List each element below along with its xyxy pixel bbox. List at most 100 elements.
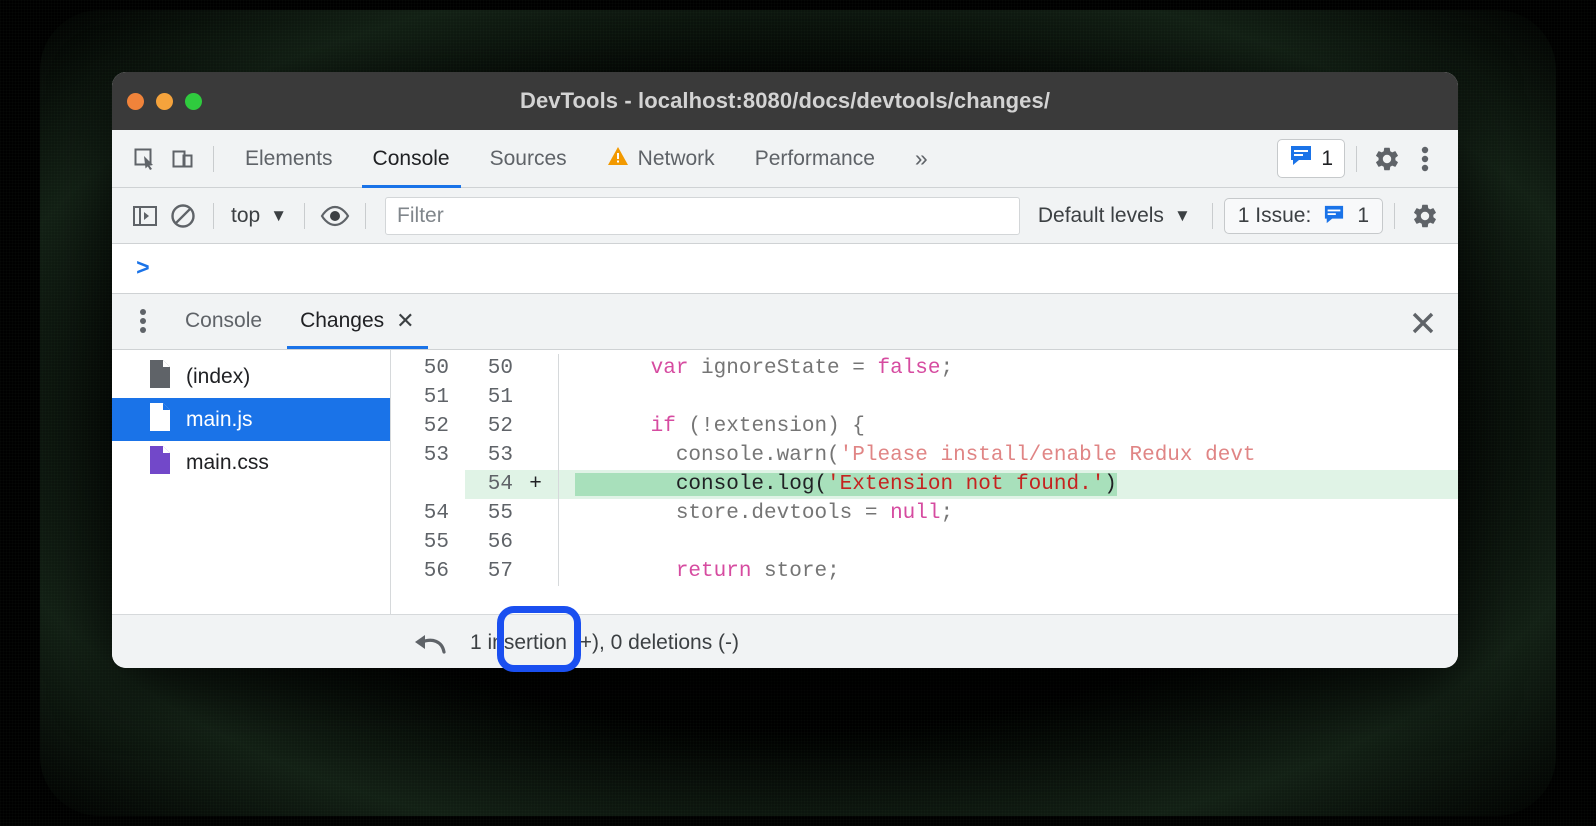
toolbar-divider-2 bbox=[1356, 146, 1357, 172]
console-settings-gear-icon[interactable] bbox=[1406, 197, 1444, 235]
diff-line: 5556 bbox=[391, 528, 1458, 557]
diff-code: console.warn('Please install/enable Redu… bbox=[559, 441, 1458, 470]
clear-console-icon[interactable] bbox=[164, 197, 202, 235]
issues-bar-button[interactable]: 1 Issue: 1 bbox=[1224, 198, 1383, 234]
diff-line: 51 51 bbox=[391, 383, 1458, 412]
filter-input[interactable]: Filter bbox=[385, 197, 1020, 235]
drawer-tab-console[interactable]: Console bbox=[166, 293, 281, 349]
code-token: console.warn( bbox=[575, 444, 840, 467]
diff-new-line-number: 51 bbox=[465, 383, 513, 412]
list-item-main-js-label: main.js bbox=[186, 408, 253, 432]
more-tabs-button[interactable]: » bbox=[895, 130, 948, 188]
diff-line: 5252 if (!extension) { bbox=[391, 412, 1458, 441]
tab-sources-label: Sources bbox=[490, 147, 567, 171]
live-expression-icon[interactable] bbox=[316, 197, 354, 235]
warning-triangle-icon bbox=[607, 146, 629, 172]
list-item-main-css-label: main.css bbox=[186, 451, 269, 475]
more-tabs-chevron-icon: » bbox=[915, 145, 928, 172]
device-toolbar-icon[interactable] bbox=[164, 140, 202, 178]
diff-code: if (!extension) { bbox=[559, 412, 1458, 441]
console-prompt-row[interactable]: > bbox=[112, 244, 1458, 294]
diff-marker bbox=[513, 441, 559, 470]
log-levels-value: Default levels bbox=[1038, 204, 1164, 228]
code-token: return bbox=[676, 560, 752, 583]
diff-marker bbox=[513, 557, 559, 586]
drawer-tab-console-label: Console bbox=[185, 309, 262, 333]
code-token: (!extension) { bbox=[676, 415, 865, 438]
chevron-down-icon-2: ▼ bbox=[1174, 206, 1191, 226]
diff-marker bbox=[513, 354, 559, 383]
diff-code: var ignoreState = false; bbox=[559, 354, 1458, 383]
tab-performance[interactable]: Performance bbox=[735, 130, 895, 188]
tab-console[interactable]: Console bbox=[353, 130, 470, 188]
code-token: ; bbox=[940, 357, 953, 380]
code-token: ; bbox=[940, 502, 953, 525]
tab-elements[interactable]: Elements bbox=[225, 130, 353, 188]
console-sidebar-icon[interactable] bbox=[126, 197, 164, 235]
code-token: ) bbox=[1104, 473, 1117, 496]
console-toolbar-divider-1 bbox=[213, 203, 214, 229]
javascript-file-icon bbox=[148, 402, 172, 438]
diff-line: 5455 store.devtools = null; bbox=[391, 499, 1458, 528]
close-window-button[interactable] bbox=[127, 93, 144, 110]
chevron-down-icon: ▼ bbox=[270, 206, 287, 226]
diff-old-line-number: 53 bbox=[401, 441, 449, 470]
code-token: store; bbox=[751, 560, 839, 583]
main-toolbar-right: 1 bbox=[1277, 139, 1458, 178]
list-item-main-css[interactable]: main.css bbox=[112, 441, 390, 484]
diff-line: 5353 console.warn('Please install/enable… bbox=[391, 441, 1458, 470]
diff-line: 5657 return store; bbox=[391, 557, 1458, 586]
minimize-window-button[interactable] bbox=[156, 93, 173, 110]
drawer-more-icon[interactable] bbox=[120, 293, 166, 349]
code-token: null bbox=[890, 502, 940, 525]
filter-placeholder: Filter bbox=[397, 204, 444, 228]
diff-old-line-number: 50 bbox=[401, 354, 449, 383]
diff-new-line-number: 54 bbox=[465, 470, 513, 499]
code-token bbox=[575, 357, 651, 380]
list-item-index[interactable]: (index) bbox=[112, 355, 390, 398]
code-token: false bbox=[877, 357, 940, 380]
diff-new-line-number: 56 bbox=[465, 528, 513, 557]
diff-new-line-number: 50 bbox=[465, 354, 513, 383]
execution-context-select[interactable]: top ▼ bbox=[225, 204, 293, 228]
list-item-index-label: (index) bbox=[186, 365, 250, 389]
drawer-tabbar: Console Changes ✕ bbox=[112, 294, 1458, 350]
log-levels-select[interactable]: Default levels ▼ bbox=[1028, 204, 1201, 228]
diff-new-line-number: 57 bbox=[465, 557, 513, 586]
drawer-tab-changes[interactable]: Changes ✕ bbox=[281, 293, 434, 349]
code-token bbox=[575, 415, 651, 438]
drawer-close-icon[interactable] bbox=[1404, 304, 1442, 342]
diff-new-line-number: 55 bbox=[465, 499, 513, 528]
list-item-main-js[interactable]: main.js bbox=[112, 398, 390, 441]
issues-counter-button[interactable]: 1 bbox=[1277, 139, 1345, 178]
maximize-window-button[interactable] bbox=[185, 93, 202, 110]
window-controls bbox=[127, 72, 202, 130]
diff-marker bbox=[513, 528, 559, 557]
diff-line: 54+ console.log('Extension not found.') bbox=[391, 470, 1458, 499]
code-token: ignoreState = bbox=[688, 357, 877, 380]
changes-drawer-body: (index) main.js bbox=[112, 350, 1458, 614]
changes-summary: 1 insertion (+), 0 deletions (-) bbox=[470, 631, 739, 655]
diff-code: return store; bbox=[559, 557, 1458, 586]
issues-icon bbox=[1289, 145, 1313, 172]
diff-view[interactable]: 50 50 var ignoreState = false; 51 515252 if… bbox=[391, 350, 1458, 614]
window-titlebar: DevTools - localhost:8080/docs/devtools/… bbox=[112, 72, 1458, 130]
console-toolbar-divider-3 bbox=[365, 203, 366, 229]
code-token bbox=[575, 560, 676, 583]
tab-network-label: Network bbox=[638, 147, 715, 171]
screenshot-root: DevTools - localhost:8080/docs/devtools/… bbox=[0, 0, 1596, 826]
tab-sources[interactable]: Sources bbox=[470, 130, 587, 188]
diff-old-line-number: 51 bbox=[401, 383, 449, 412]
code-token: if bbox=[651, 415, 676, 438]
diff-code: store.devtools = null; bbox=[559, 499, 1458, 528]
drawer-tab-changes-close-icon[interactable]: ✕ bbox=[396, 308, 414, 334]
document-icon bbox=[148, 359, 172, 395]
console-toolbar-divider-4 bbox=[1212, 203, 1213, 229]
inspect-element-icon[interactable] bbox=[126, 140, 164, 178]
gear-icon[interactable] bbox=[1368, 140, 1406, 178]
window-title: DevTools - localhost:8080/docs/devtools/… bbox=[112, 88, 1458, 114]
diff-marker bbox=[513, 499, 559, 528]
kebab-menu-icon[interactable] bbox=[1406, 140, 1444, 178]
tab-network[interactable]: Network bbox=[587, 130, 735, 188]
revert-button[interactable] bbox=[400, 621, 460, 665]
